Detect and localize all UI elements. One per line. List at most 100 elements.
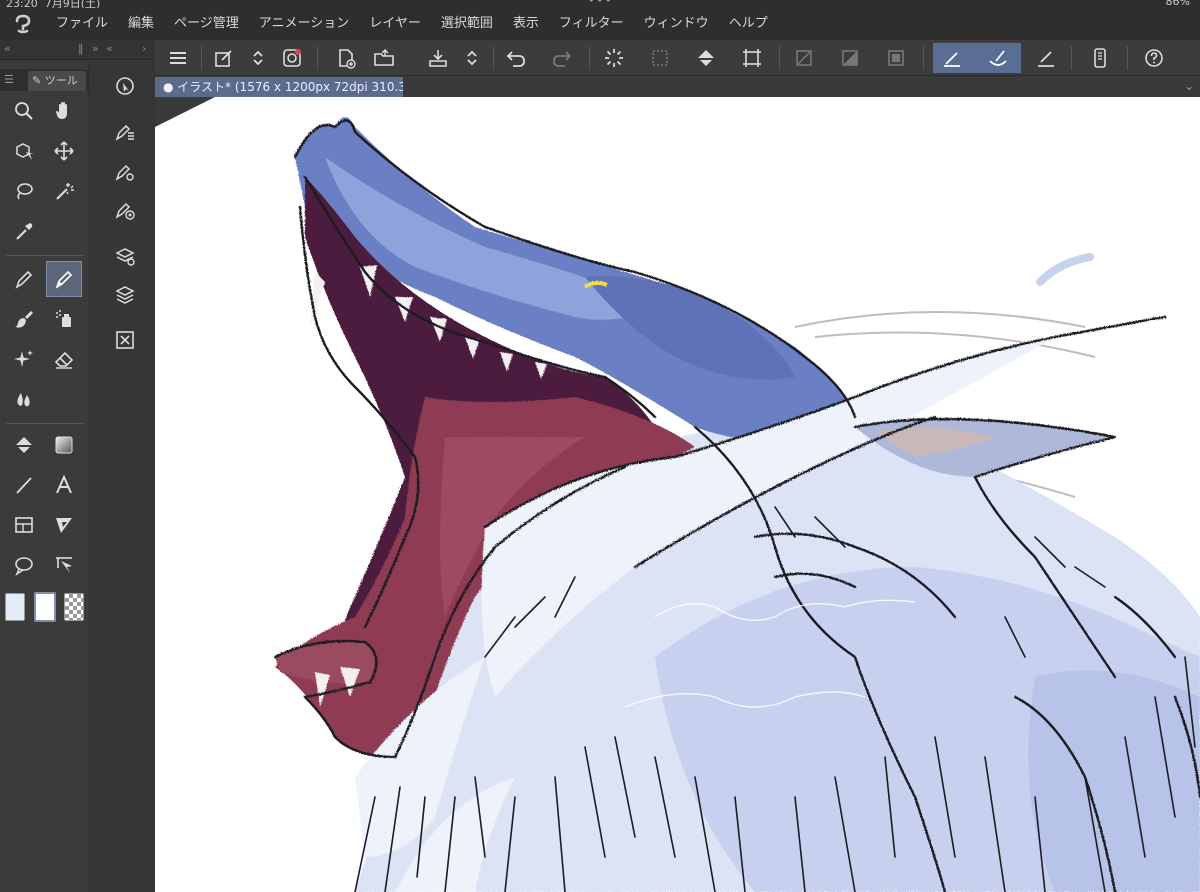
- smartphone-connect-icon[interactable]: [1085, 43, 1115, 73]
- drawing-canvas[interactable]: [155, 97, 1200, 892]
- pen-nib-icon: [15, 270, 33, 289]
- document-tab[interactable]: ● イラスト* (1576 x 1200px 72dpi 310.3%): [155, 77, 422, 97]
- wolf-illustration: [155, 97, 1200, 892]
- clear-selection-icon[interactable]: [645, 43, 675, 73]
- menu-bar: ファイル 編集 ページ管理 アニメーション レイヤー 選択範囲 表示 フィルター…: [0, 8, 1200, 40]
- blend-tool[interactable]: [6, 381, 42, 417]
- new-document-icon[interactable]: [331, 43, 361, 73]
- zoom-tool[interactable]: [6, 93, 42, 129]
- tool-property-icon[interactable]: [111, 158, 139, 186]
- line-icon: [16, 477, 32, 494]
- fill-bucket-icon[interactable]: [691, 43, 721, 73]
- cube-select-icon: [16, 143, 34, 160]
- menu-selection[interactable]: 選択範囲: [431, 8, 503, 40]
- edit-canvas-icon[interactable]: [209, 43, 239, 73]
- snap-to-ruler-icon[interactable]: [937, 43, 967, 73]
- hand-tool[interactable]: [46, 93, 82, 129]
- crop-frame-icon[interactable]: [881, 43, 911, 73]
- snap-to-special-ruler-icon[interactable]: [983, 43, 1013, 73]
- transparent-color-swatch[interactable]: [60, 589, 88, 625]
- fill-tool[interactable]: [6, 427, 42, 463]
- layer-property-icon[interactable]: [111, 242, 139, 270]
- brush-tool[interactable]: [6, 301, 42, 337]
- menu-file[interactable]: ファイル: [46, 8, 118, 40]
- cloud-sync-icon[interactable]: [277, 43, 307, 73]
- tool-tab-label[interactable]: ✎ ツール: [28, 71, 86, 91]
- gradient-icon: [55, 436, 73, 454]
- menu-filter[interactable]: フィルター: [549, 8, 634, 40]
- app-logo-icon[interactable]: [0, 8, 46, 40]
- menu-window[interactable]: ウィンドウ: [634, 8, 719, 40]
- document-tab-bar: ⌄: [403, 77, 1200, 97]
- help-icon[interactable]: [1139, 43, 1169, 73]
- menu-edit[interactable]: 編集: [118, 8, 164, 40]
- lasso-tool[interactable]: [6, 173, 42, 209]
- balloon-tool[interactable]: [6, 547, 42, 583]
- sparkle-icon: [14, 350, 33, 367]
- multitask-dots-icon[interactable]: •••: [588, 0, 613, 7]
- panel-grip-icon[interactable]: ‖: [78, 42, 84, 55]
- transparent-chip[interactable]: [64, 593, 84, 621]
- frame-border-icon: [15, 517, 33, 533]
- correct-line-tool[interactable]: [46, 547, 82, 583]
- magic-wand-tool[interactable]: [46, 173, 82, 209]
- object-tool[interactable]: [6, 133, 42, 169]
- main-color-swatch[interactable]: [2, 589, 28, 625]
- chevron-down-icon[interactable]: ⌄: [1184, 79, 1194, 93]
- gradient-tool[interactable]: [46, 427, 82, 463]
- hide-outside-selection-icon[interactable]: [789, 43, 819, 73]
- sub-color-swatch[interactable]: [30, 589, 60, 625]
- eyedropper-tool[interactable]: [6, 213, 42, 249]
- status-time: 23:20 7月9日(土): [6, 0, 101, 8]
- open-folder-icon[interactable]: [369, 43, 399, 73]
- expand-icon[interactable]: »: [92, 42, 99, 55]
- airbrush-tool[interactable]: [46, 301, 82, 337]
- airbrush-icon: [56, 310, 71, 327]
- panel-header: « ‖ » « ›: [0, 40, 155, 60]
- clip-studio-window: 23:20 7月9日(土) ••• 86% ファイル 編集 ページ管理 アニメー…: [0, 0, 1200, 892]
- hamburger-menu-icon[interactable]: [163, 43, 193, 73]
- pen-tool[interactable]: [6, 261, 42, 297]
- sub-tool-detail-icon[interactable]: [111, 118, 139, 146]
- save-icon[interactable]: [423, 43, 453, 73]
- layers-icon[interactable]: [111, 280, 139, 308]
- speech-balloon-icon: [15, 557, 33, 576]
- gradient-tone-icon[interactable]: [835, 43, 865, 73]
- menu-view[interactable]: 表示: [503, 8, 549, 40]
- frame-border-tool[interactable]: [6, 507, 42, 543]
- menu-animation[interactable]: アニメーション: [249, 8, 359, 40]
- ruler-tool[interactable]: [46, 507, 82, 543]
- main-color-chip[interactable]: [5, 593, 25, 621]
- figure-tool[interactable]: [6, 467, 42, 503]
- tab-menu-icon[interactable]: ☰: [4, 73, 14, 86]
- decoration-tool[interactable]: [6, 341, 42, 377]
- chevron-right-icon[interactable]: ›: [142, 42, 146, 55]
- undo-icon[interactable]: [501, 43, 531, 73]
- brush-size-icon[interactable]: [111, 196, 139, 224]
- save-options-arrow-icon[interactable]: [457, 43, 487, 73]
- lasso-icon: [17, 183, 33, 200]
- menu-help[interactable]: ヘルプ: [719, 8, 778, 40]
- tool-panel-tab[interactable]: ☰ ✎ ツール: [0, 69, 90, 91]
- hand-icon: [56, 102, 67, 119]
- triangle-ruler-icon: [56, 518, 72, 533]
- menu-page[interactable]: ページ管理: [164, 8, 249, 40]
- menu-layer[interactable]: レイヤー: [359, 8, 431, 40]
- redo-icon[interactable]: [547, 43, 577, 73]
- command-bar: [155, 40, 1200, 76]
- text-tool[interactable]: [46, 467, 82, 503]
- snap-to-grid-icon[interactable]: [1031, 43, 1061, 73]
- sub-tool-column: [91, 61, 155, 892]
- loading-spinner-icon[interactable]: [599, 43, 629, 73]
- up-down-arrow-icon[interactable]: [243, 43, 273, 73]
- magic-wand-icon: [56, 183, 74, 200]
- collapse-left-icon[interactable]: «: [4, 42, 11, 55]
- collapse-sub-icon[interactable]: «: [106, 42, 113, 55]
- eraser-tool[interactable]: [46, 341, 82, 377]
- navigator-icon[interactable]: [111, 326, 139, 354]
- sub-color-chip[interactable]: [34, 592, 56, 622]
- pencil-tool[interactable]: [46, 261, 82, 297]
- move-tool[interactable]: [46, 133, 82, 169]
- sub-tool-icon[interactable]: [111, 72, 139, 100]
- transform-icon[interactable]: [737, 43, 767, 73]
